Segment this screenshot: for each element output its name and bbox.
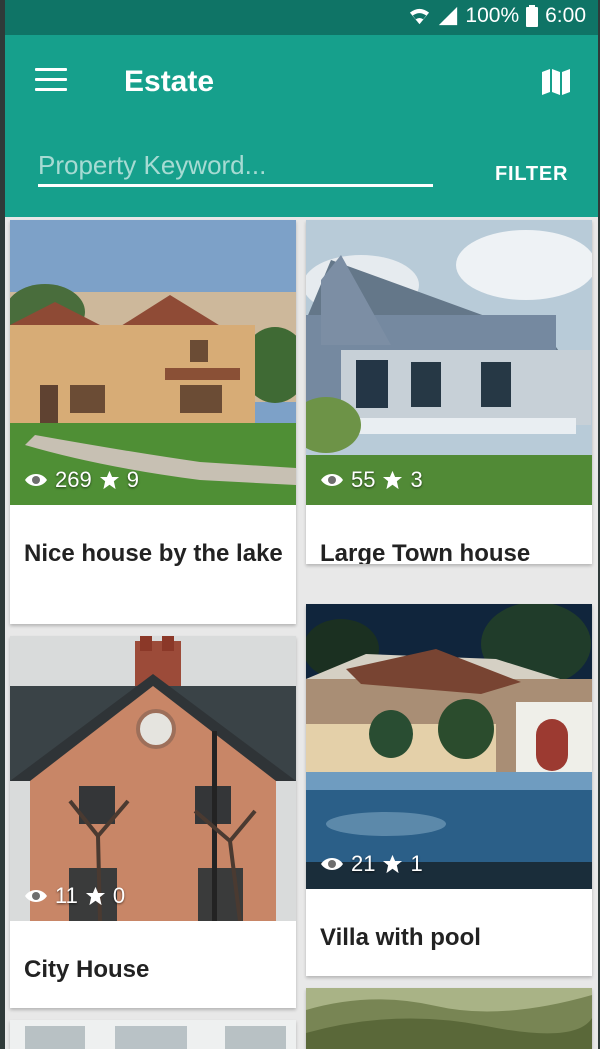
- property-photo: [306, 220, 592, 505]
- property-title: City House: [24, 956, 150, 983]
- property-list[interactable]: 269 9 Nice house by the lake 55 3 Large …: [5, 217, 598, 1049]
- star-count: 1: [410, 851, 423, 876]
- property-card-partial-building[interactable]: [10, 1020, 296, 1049]
- property-photo: [306, 604, 592, 889]
- view-count: 21: [351, 851, 376, 876]
- view-count: 11: [55, 883, 78, 908]
- eye-icon: [25, 890, 47, 902]
- wifi-icon: [410, 8, 430, 24]
- status-indicators: 100% 6:00: [408, 4, 586, 28]
- star-count: 0: [112, 883, 126, 908]
- property-title: Large Town house: [320, 540, 531, 564]
- property-card-town-house[interactable]: 55 3 Large Town house: [306, 220, 592, 564]
- property-keyword-input[interactable]: [38, 147, 433, 187]
- property-card-villa[interactable]: 21 1 Villa with pool: [306, 604, 592, 976]
- view-count: 269: [55, 467, 92, 492]
- property-stats: 11 0: [24, 883, 125, 909]
- battery-icon: [526, 5, 539, 27]
- property-title: Nice house by the lake: [24, 540, 283, 567]
- property-card-lake-house[interactable]: 269 9 Nice house by the lake: [10, 220, 296, 624]
- battery-percent: 100%: [465, 4, 520, 27]
- star-icon: [85, 886, 105, 906]
- star-count: 9: [126, 467, 139, 492]
- phone-screen: 100% 6:00 Estate FILTER: [5, 0, 598, 1049]
- property-stats: 21 1: [320, 851, 423, 877]
- map-icon[interactable]: [540, 67, 572, 97]
- property-stats: 55 3: [320, 467, 423, 493]
- view-count: 55: [351, 467, 376, 492]
- eye-icon: [321, 858, 343, 870]
- property-card-city-house[interactable]: 11 0 City House: [10, 636, 296, 1008]
- clock: 6:00: [545, 4, 586, 27]
- property-photo: [10, 220, 296, 505]
- eye-icon: [321, 474, 343, 486]
- filter-button[interactable]: FILTER: [495, 163, 568, 186]
- signal-icon: [439, 6, 458, 26]
- app-title: Estate: [124, 65, 215, 98]
- property-card-partial-landscape[interactable]: [306, 988, 592, 1049]
- star-icon: [383, 854, 403, 874]
- star-icon: [383, 470, 403, 490]
- eye-icon: [25, 474, 47, 486]
- property-title: Villa with pool: [320, 924, 481, 951]
- app-bar: Estate FILTER: [5, 35, 598, 217]
- property-stats: 269 9: [24, 467, 139, 493]
- hamburger-menu-icon[interactable]: [35, 68, 67, 94]
- star-icon: [99, 470, 119, 490]
- property-photo: [10, 636, 296, 921]
- status-bar: 100% 6:00: [5, 0, 598, 35]
- star-count: 3: [410, 467, 423, 492]
